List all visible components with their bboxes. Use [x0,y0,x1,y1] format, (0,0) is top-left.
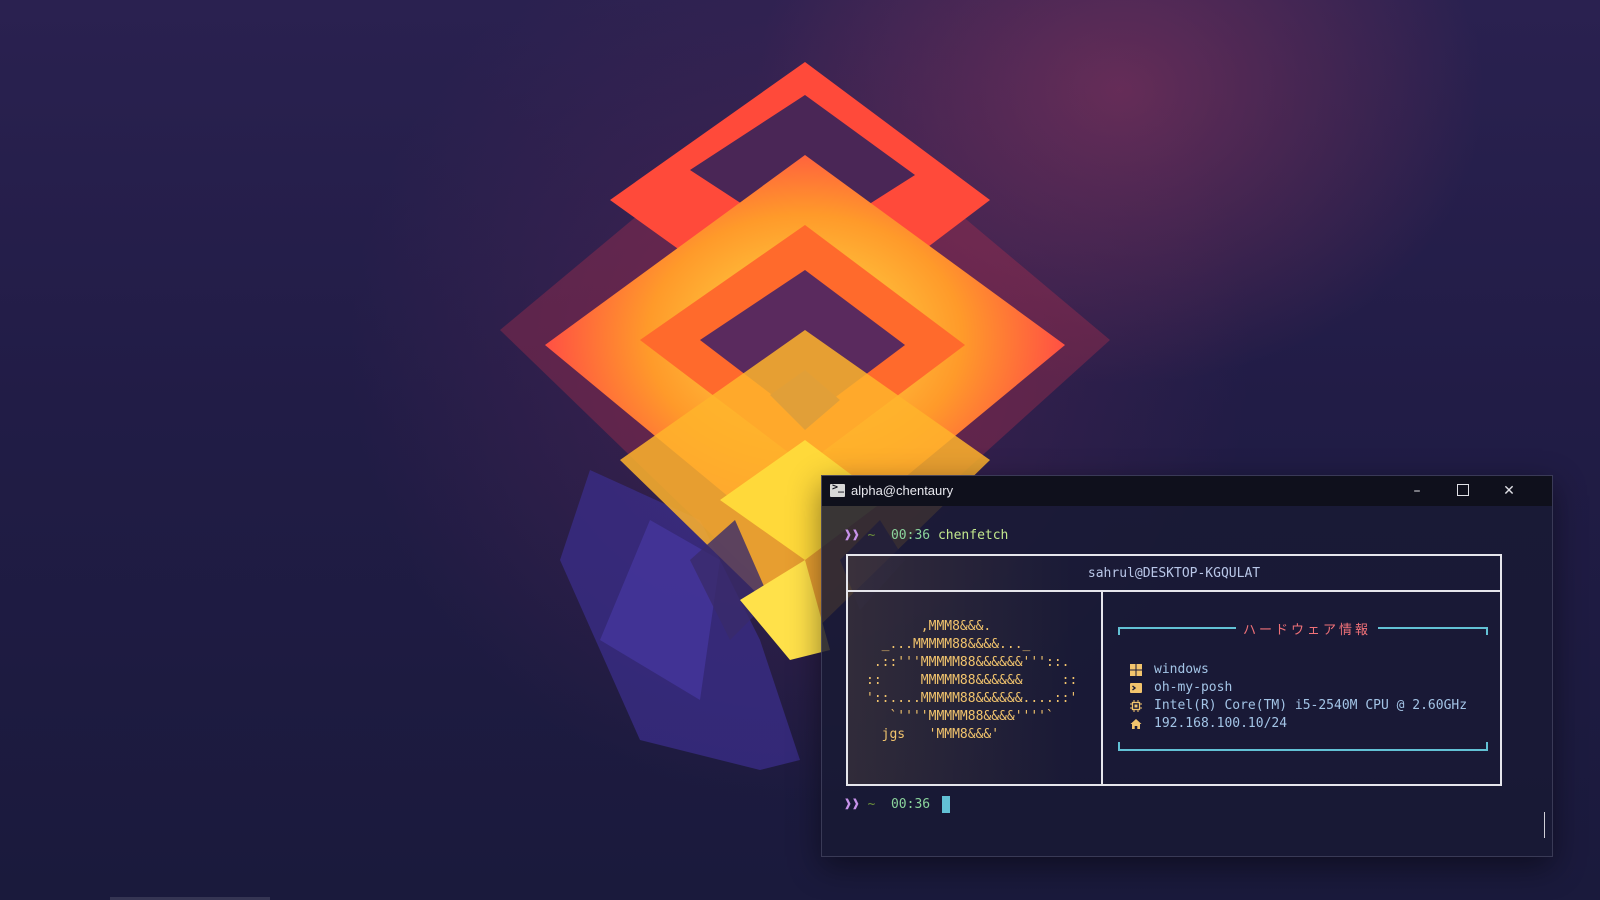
prompt-time: 00:36 [890,528,931,543]
panel-border [1118,627,1236,629]
prompt-arrows: ❱❱ [844,528,860,543]
user-host-label: sahrul@DESKTOP-KGQULAT [1087,566,1261,581]
panel-border [1118,742,1120,750]
prompt-directory: ~ [867,797,876,812]
window-title: alpha@chentaury [851,483,954,498]
cpu-icon [1130,700,1142,712]
panel-border [1118,749,1488,751]
terminal-icon [1130,683,1142,693]
hardware-label: windows [1154,662,1209,677]
panel-border [1118,627,1120,635]
panel-border [1486,627,1488,635]
fetch-header: sahrul@DESKTOP-KGQULAT [848,556,1500,592]
panel-border [1378,627,1488,629]
hardware-label: oh-my-posh [1154,680,1233,695]
prompt-arrows: ❱❱ [844,797,860,812]
hardware-label: 192.168.100.10/24 [1154,716,1288,731]
ascii-art-logo: ,MMM8&&&. _...MMMMM88&&&&..._ .::'''MMMM… [866,619,1078,742]
hardware-info-panel: ハードウェア情報 windows oh-my-posh Intel(R) Cor… [1118,622,1488,752]
prompt-command: chenfetch [937,528,1009,543]
hardware-info-title: ハードウェア情報 [1242,623,1371,638]
maximize-icon [1457,484,1469,496]
minimize-button[interactable]: – [1394,476,1440,506]
windows-icon [1130,664,1142,676]
terminal-icon: >_ [830,482,845,497]
terminal-window[interactable]: >_ alpha@chentaury – ✕ ❱❱ ~ 00:36 chenfe… [821,475,1553,857]
prompt-directory: ~ [867,528,876,543]
panel-border [1486,742,1488,750]
hardware-label: Intel(R) Core(TM) i5-2540M CPU @ 2.60GHz [1154,698,1468,713]
prompt-line-2[interactable]: ❱❱ ~ 00:36 [844,797,930,812]
text-cursor [942,796,950,813]
prompt-line-1: ❱❱ ~ 00:36 chenfetch [844,528,1008,543]
fetch-output-box: sahrul@DESKTOP-KGQULAT ,MMM8&&&. _...MMM… [846,554,1502,786]
prompt-time: 00:36 [890,797,931,812]
close-button[interactable]: ✕ [1486,476,1532,506]
home-icon [1130,719,1142,729]
title-bar[interactable]: >_ alpha@chentaury – ✕ [822,476,1552,506]
maximize-button[interactable] [1440,476,1486,506]
scrollbar[interactable] [1544,812,1545,838]
fetch-divider [1101,592,1103,784]
